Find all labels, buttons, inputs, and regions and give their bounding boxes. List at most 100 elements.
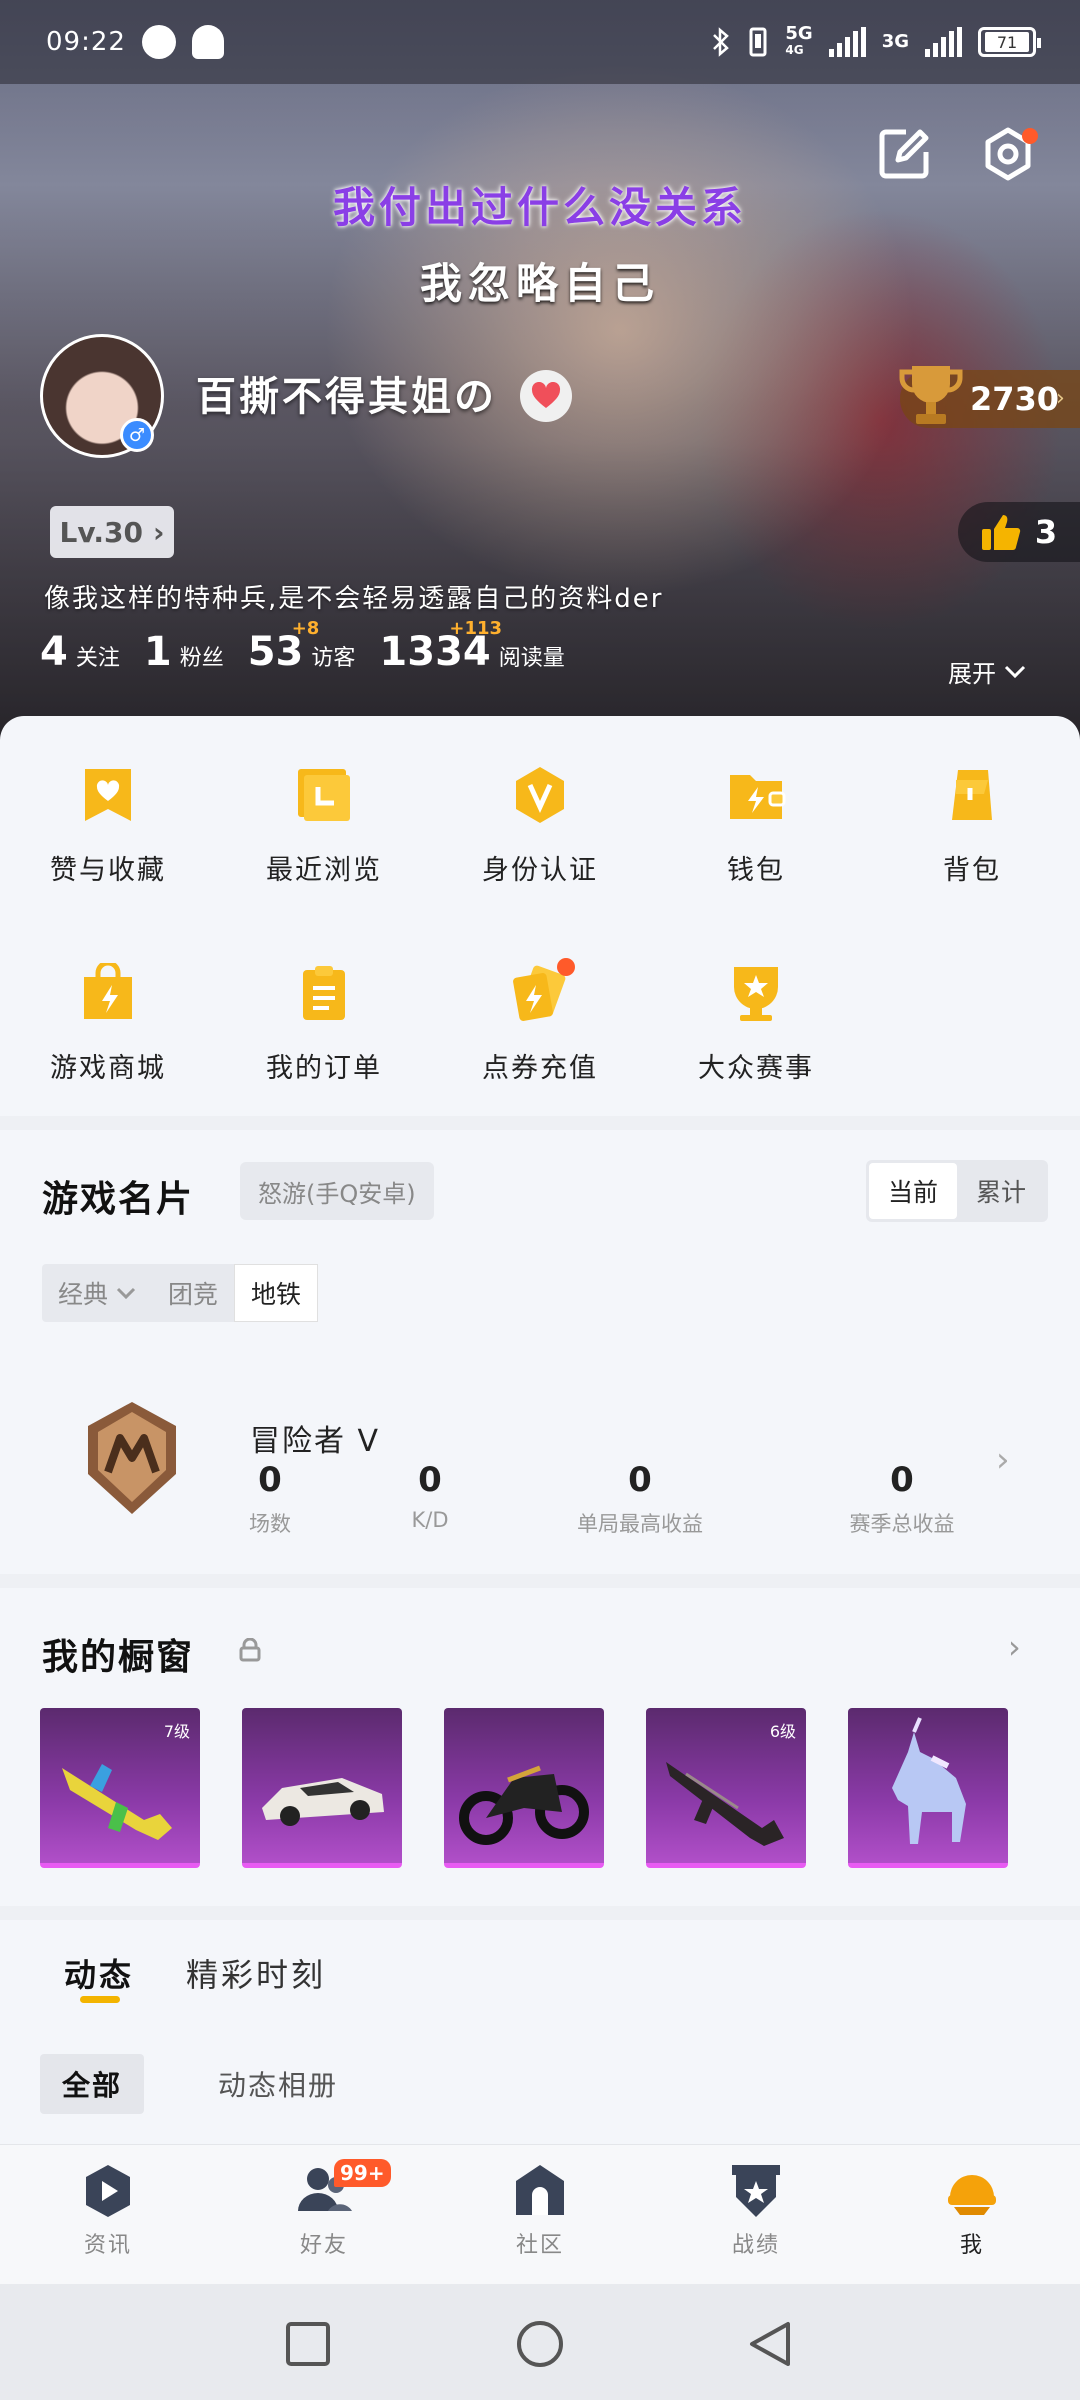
stat-best-single-income: 0 单局最高收益 [577,1460,703,1536]
stat-matches: 0 场数 [249,1460,291,1536]
chevron-right-icon: › [152,515,165,549]
verify-badge-icon [505,760,575,830]
game-card: 游戏名片 怒游(手Q安卓) 当前 累计 经典 团竞 地铁 冒险者 V 0 场数 … [0,1130,1080,1574]
nav-community[interactable]: 社区 [470,2163,610,2259]
records-shield-icon [732,2165,780,2217]
tournament-trophy-icon [721,958,791,1028]
clock: 09:22 [46,27,126,57]
menu-wallet[interactable]: 钱包 [666,760,846,887]
stat-reads[interactable]: 1334 +113 阅读量 [379,618,564,672]
toggle-current[interactable]: 当前 [869,1163,957,1219]
trophy-icon [899,366,963,424]
stat-following[interactable]: 4 关注 [40,632,120,672]
expand-button[interactable]: 展开 [948,654,1026,689]
bottom-nav: 资讯 99+ 好友 社区 战绩 我 [0,2144,1080,2284]
community-house-icon [516,2165,564,2215]
bio-text: 像我这样的特种兵,是不会轻易透露自己的资料der [44,584,664,614]
thumbs-up-icon [981,515,1021,550]
showcase-item-motorcycle[interactable] [444,1708,604,1868]
mode-tab-classic[interactable]: 经典 [42,1264,152,1322]
recent-folder-icon [289,760,359,830]
chevron-down-icon [116,1287,136,1299]
network-type-2: 3G [881,31,909,52]
battery-level: 71 [985,32,1029,52]
menu-identity-verify[interactable]: 身份认证 [450,760,630,887]
menu-recent-browse[interactable]: 最近浏览 [234,760,414,887]
subtab-all[interactable]: 全部 [40,2054,145,2114]
subtab-album[interactable]: 动态相册 [196,2054,360,2114]
trophy-score: 2730 [970,380,1060,418]
nav-me[interactable]: 我 [902,2163,1042,2259]
like-count: 3 [1034,513,1058,551]
profile-header: 09:22 5G 4G 3G 71 我付出过什么没关系 我忽略自己 ♂ 百撕不得… [0,0,1080,740]
mode-tab-metro[interactable]: 地铁 [234,1264,319,1322]
showcase-item-unicorn[interactable] [848,1708,1008,1868]
level-badge[interactable]: Lv.30 › [50,506,174,558]
qq-icon [191,25,224,59]
chevron-right-icon[interactable]: › [996,1440,1010,1480]
chevron-right-icon[interactable]: › [1008,1628,1021,1666]
male-gender-icon: ♂ [120,418,154,452]
heart-icon [531,382,561,408]
settings-notification-dot [1022,128,1038,144]
reads-increment: +113 [449,618,503,639]
tab-feed[interactable]: 动态 [64,1950,134,1996]
system-nav-bar [0,2284,1080,2400]
showcase-section: 我的橱窗 › 7级 6级 [0,1588,1080,1906]
voucher-recharge-icon [505,958,575,1028]
nav-friends[interactable]: 99+ 好友 [254,2159,394,2259]
bookmark-heart-icon [73,760,143,830]
wallet-icon [721,760,791,830]
stat-season-income: 0 赛季总收益 [849,1460,955,1536]
nav-records[interactable]: 战绩 [686,2163,826,2259]
lock-icon [239,1638,261,1662]
function-menu: 赞与收藏 最近浏览 身份认证 钱包 背包 游戏商城 我的订单 点券充值 大众赛事 [0,716,1080,1116]
status-bar: 09:22 5G 4G 3G 71 [0,0,1080,84]
back-triangle-icon[interactable] [742,2316,798,2372]
menu-game-shop[interactable]: 游戏商城 [18,958,198,1085]
car-icon [262,1778,384,1826]
vibrate-icon [749,27,767,57]
showcase-item-graffiti-rifle[interactable]: 7级 [40,1708,200,1868]
friends-badge: 99+ [334,2159,391,2187]
menu-backpack[interactable]: 背包 [882,760,1062,887]
nav-news[interactable]: 资讯 [38,2163,178,2259]
like-button[interactable]: 3 [958,502,1080,562]
bluetooth-icon [713,27,730,57]
period-toggle: 当前 累计 [866,1160,1048,1222]
helmet-icon [948,2175,996,2215]
rank-emblem-icon [88,1402,176,1514]
tab-highlights[interactable]: 精彩时刻 [186,1950,326,1996]
heart-badge-button[interactable] [520,370,572,422]
mode-tabs: 经典 团竞 地铁 [42,1264,319,1322]
stat-followers[interactable]: 1 粉丝 [144,632,224,672]
toggle-cumulative[interactable]: 累计 [957,1163,1045,1219]
backpack-icon [937,760,1007,830]
server-tag[interactable]: 怒游(手Q安卓) [240,1162,434,1220]
game-card-title: 游戏名片 [42,1179,195,1220]
visitors-increment: +8 [291,618,320,639]
item-level: 6级 [769,1722,796,1741]
menu-public-events[interactable]: 大众赛事 [666,958,846,1085]
home-circle-icon[interactable] [512,2316,568,2372]
browser-icon [141,25,176,59]
recharge-notification-dot [557,958,575,976]
menu-my-orders[interactable]: 我的订单 [234,958,414,1085]
showcase-item-dark-rifle[interactable]: 6级 [646,1708,806,1868]
item-level: 7级 [163,1722,190,1741]
stat-visitors[interactable]: 53 +8 访客 [248,618,356,672]
signal-icon-1 [828,27,866,57]
signature-line-1: 我付出过什么没关系 [332,183,747,232]
menu-likes-favorites[interactable]: 赞与收藏 [18,760,198,887]
network-type-1: 5G 4G [785,23,813,58]
motorcycle-icon [459,1765,589,1845]
mode-tab-team[interactable]: 团竞 [152,1264,234,1322]
menu-voucher-recharge[interactable]: 点券充值 [450,958,630,1085]
rank-stats: 0 场数 0 K/D 0 单局最高收益 0 赛季总收益 [220,1460,1000,1550]
showcase-item-sports-car[interactable] [242,1708,402,1868]
shop-bag-icon [73,958,143,1028]
level-text: Lv.30 [59,515,143,549]
unicorn-icon [892,1717,966,1844]
recents-square-icon[interactable] [280,2316,336,2372]
battery-icon: 71 [978,27,1041,57]
